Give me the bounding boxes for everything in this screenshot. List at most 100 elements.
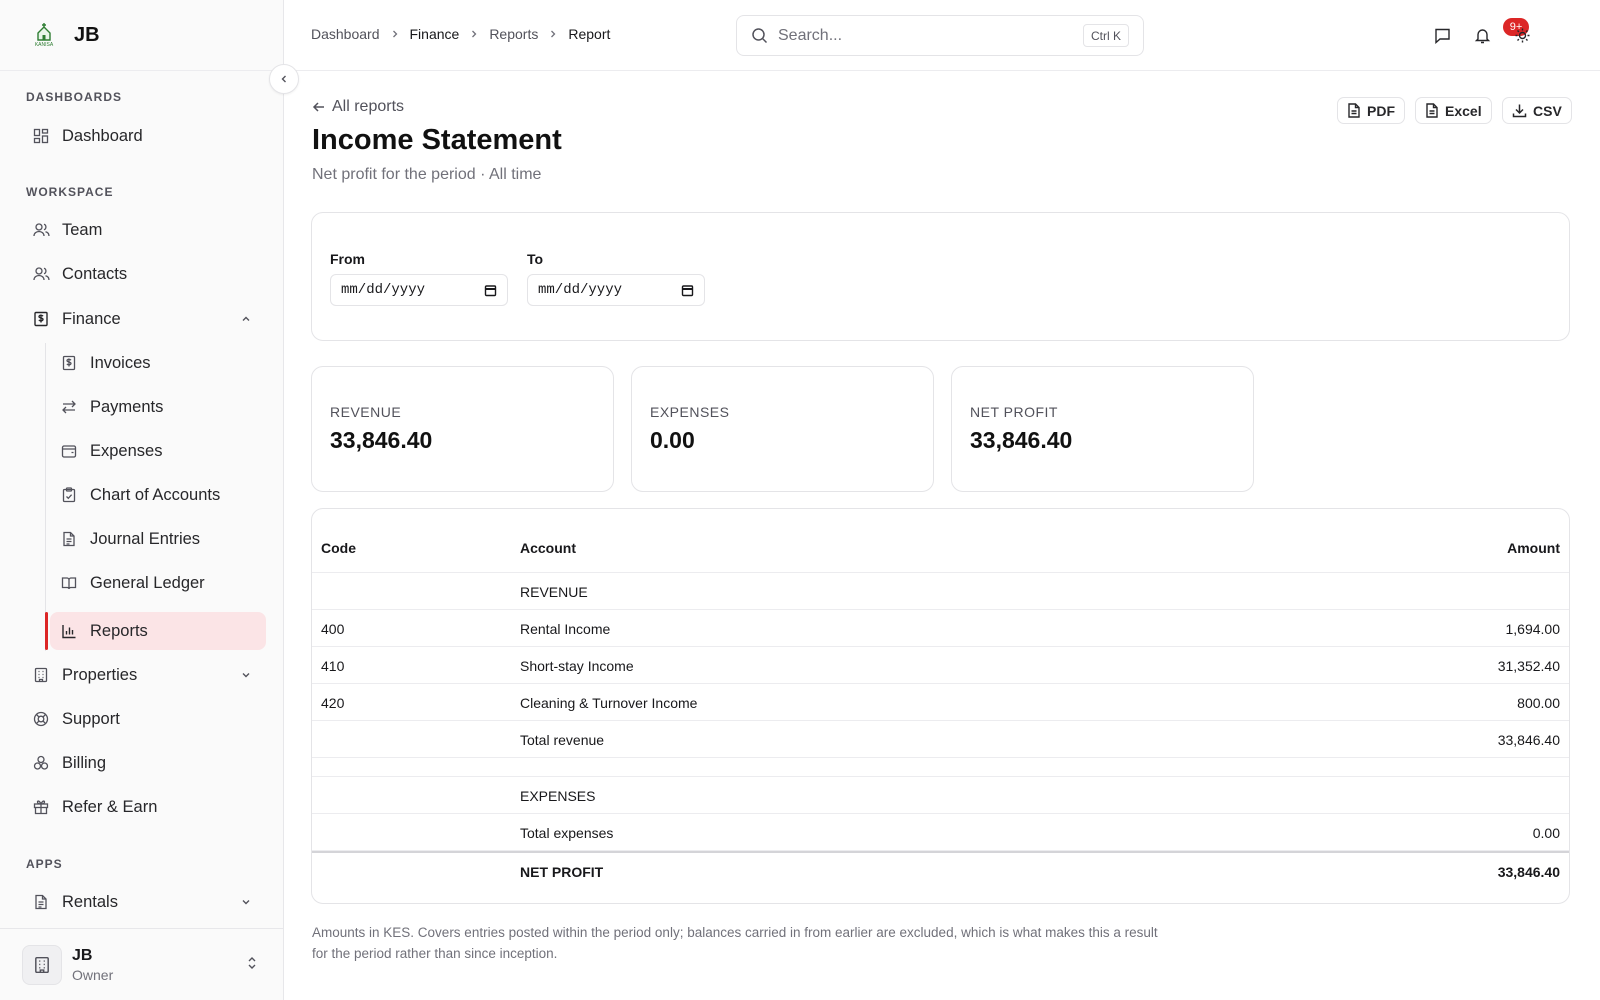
sidebar-item-rentals[interactable]: Rentals bbox=[22, 883, 266, 921]
cell-amount: 31,352.40 bbox=[1497, 658, 1560, 674]
file-spreadsheet-icon bbox=[1426, 103, 1438, 118]
sidebar-item-chart-of-accounts[interactable]: Chart of Accounts bbox=[50, 476, 266, 514]
stat-card-net-profit: NET PROFIT 33,846.40 bbox=[951, 366, 1254, 492]
sidebar-item-support[interactable]: Support bbox=[22, 700, 266, 738]
message-icon[interactable] bbox=[1431, 24, 1453, 46]
sidebar-item-invoices[interactable]: Invoices bbox=[50, 344, 266, 382]
collapse-sidebar-button[interactable] bbox=[269, 64, 299, 94]
chevron-right-icon bbox=[548, 26, 558, 42]
to-date-input[interactable]: mm/dd/yyyy bbox=[527, 274, 705, 306]
search-icon bbox=[751, 27, 768, 44]
active-indicator bbox=[45, 612, 48, 650]
dollar-receipt-icon bbox=[32, 310, 50, 328]
table-row-spacer bbox=[312, 758, 1569, 777]
sidebar-item-label: Team bbox=[62, 220, 103, 239]
income-statement-table: Code Account Amount REVENUE 400 Rental I… bbox=[311, 508, 1570, 904]
section-apps: APPS bbox=[26, 857, 63, 871]
stat-label: NET PROFIT bbox=[970, 404, 1058, 420]
sidebar-item-label: Properties bbox=[62, 665, 138, 684]
export-csv-button[interactable]: CSV bbox=[1502, 97, 1572, 124]
avatar bbox=[22, 944, 62, 985]
export-pdf-button[interactable]: PDF bbox=[1337, 97, 1405, 124]
from-label: From bbox=[330, 251, 365, 267]
building-icon bbox=[32, 666, 50, 684]
stat-value: 0.00 bbox=[650, 427, 695, 453]
chevron-right-icon bbox=[390, 26, 400, 42]
chevron-down-icon bbox=[240, 894, 252, 913]
sidebar-item-expenses[interactable]: Expenses bbox=[50, 432, 266, 470]
submenu-guide-line bbox=[45, 343, 46, 651]
sidebar-item-label: Rentals bbox=[62, 892, 118, 911]
cell-account: EXPENSES bbox=[520, 788, 596, 804]
sidebar-item-dashboard[interactable]: Dashboard bbox=[22, 117, 266, 155]
from-date-input[interactable]: mm/dd/yyyy bbox=[330, 274, 508, 306]
sidebar-item-label: Dashboard bbox=[62, 126, 143, 145]
page-title: Income Statement bbox=[312, 124, 562, 156]
page-subtitle: Net profit for the period · All time bbox=[312, 166, 542, 183]
document-icon bbox=[32, 893, 50, 911]
cell-code: 420 bbox=[321, 695, 345, 711]
export-label: Excel bbox=[1445, 102, 1482, 119]
brand-name: JB bbox=[74, 23, 100, 46]
stat-label: REVENUE bbox=[330, 404, 402, 420]
sidebar-item-reports[interactable]: Reports bbox=[50, 612, 266, 650]
table-row: 420 Cleaning & Turnover Income 800.00 bbox=[312, 684, 1569, 721]
gift-icon bbox=[32, 798, 50, 816]
logo-text: KANISA bbox=[34, 42, 54, 48]
search-shortcut: Ctrl K bbox=[1083, 24, 1129, 47]
from-date-value: mm/dd/yyyy bbox=[341, 282, 426, 298]
cell-account: NET PROFIT bbox=[520, 864, 604, 880]
sun-icon[interactable] bbox=[1511, 24, 1533, 46]
sidebar-item-properties[interactable]: Properties bbox=[22, 656, 266, 694]
search-bar[interactable]: Ctrl K bbox=[736, 15, 1144, 56]
document-icon bbox=[60, 530, 78, 548]
breadcrumb: Dashboard Finance Reports Report bbox=[311, 26, 610, 42]
file-icon bbox=[1348, 103, 1360, 118]
sidebar-item-journal-entries[interactable]: Journal Entries bbox=[50, 520, 266, 558]
cell-account: Short-stay Income bbox=[520, 658, 634, 674]
sidebar-item-label: Journal Entries bbox=[90, 529, 201, 548]
cell-amount: 33,846.40 bbox=[1497, 732, 1560, 748]
brand-logo[interactable]: KANISA bbox=[30, 21, 58, 49]
to-date-value: mm/dd/yyyy bbox=[538, 282, 623, 298]
table-row: 410 Short-stay Income 31,352.40 bbox=[312, 647, 1569, 684]
bell-icon[interactable] bbox=[1471, 24, 1493, 46]
sidebar-item-label: Support bbox=[62, 709, 120, 728]
search-input[interactable] bbox=[778, 26, 1068, 45]
download-icon bbox=[1512, 104, 1527, 118]
date-filter-card: From mm/dd/yyyy To mm/dd/yyyy bbox=[311, 212, 1570, 341]
back-link[interactable]: All reports bbox=[312, 98, 404, 116]
cell-account: Rental Income bbox=[520, 621, 611, 637]
user-menu[interactable]: JB Owner bbox=[0, 928, 284, 1000]
church-logo-icon bbox=[37, 23, 51, 41]
sidebar-item-general-ledger[interactable]: General Ledger bbox=[50, 564, 266, 602]
breadcrumb-current: Report bbox=[568, 26, 611, 42]
breadcrumb-finance[interactable]: Finance bbox=[410, 26, 460, 42]
sidebar-item-payments[interactable]: Payments bbox=[50, 388, 266, 426]
cell-account: REVENUE bbox=[520, 584, 588, 600]
sidebar-item-finance[interactable]: Finance bbox=[22, 300, 266, 338]
footnote: Amounts in KES. Covers entries posted wi… bbox=[312, 925, 1158, 961]
cell-amount: 0.00 bbox=[1532, 825, 1560, 841]
stat-label: EXPENSES bbox=[650, 404, 730, 420]
sidebar-item-label: Refer & Earn bbox=[62, 797, 158, 816]
table-row-section: REVENUE bbox=[312, 573, 1569, 610]
sidebar-item-refer[interactable]: Refer & Earn bbox=[22, 788, 266, 826]
export-excel-button[interactable]: Excel bbox=[1415, 97, 1492, 124]
breadcrumb-dashboard[interactable]: Dashboard bbox=[311, 26, 380, 42]
sidebar-item-label: Chart of Accounts bbox=[90, 485, 221, 504]
clipboard-check-icon bbox=[60, 486, 78, 504]
breadcrumb-reports[interactable]: Reports bbox=[489, 26, 538, 42]
cell-code: 410 bbox=[321, 658, 345, 674]
table-header: Code Account Amount bbox=[312, 509, 1569, 573]
sidebar-item-team[interactable]: Team bbox=[22, 211, 266, 249]
building-icon bbox=[35, 956, 49, 973]
stat-card-expenses: EXPENSES 0.00 bbox=[631, 366, 934, 492]
arrow-left-icon bbox=[312, 102, 324, 112]
sidebar-item-billing[interactable]: Billing bbox=[22, 744, 266, 782]
coins-icon bbox=[32, 754, 50, 772]
stat-value: 33,846.40 bbox=[330, 427, 433, 453]
export-label: CSV bbox=[1533, 102, 1562, 119]
sidebar-item-label: Expenses bbox=[90, 441, 163, 460]
sidebar-item-contacts[interactable]: Contacts bbox=[22, 255, 266, 293]
